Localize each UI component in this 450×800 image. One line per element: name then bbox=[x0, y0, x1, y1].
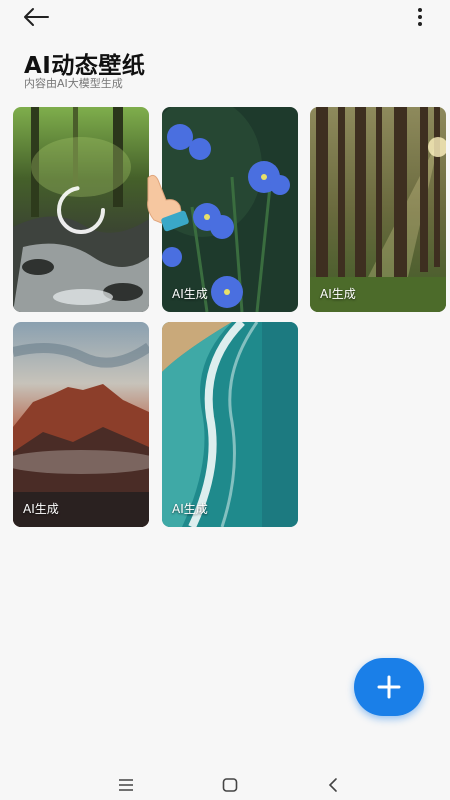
wallpaper-tile-forest-stream[interactable] bbox=[13, 107, 149, 312]
plus-icon bbox=[377, 675, 401, 699]
home-button[interactable] bbox=[210, 770, 250, 800]
system-nav-bar bbox=[0, 770, 450, 800]
wallpaper-tile-ocean-waves[interactable]: AI生成 bbox=[162, 322, 298, 527]
ocean-waves-image bbox=[162, 322, 298, 527]
add-wallpaper-button[interactable] bbox=[354, 658, 424, 716]
page-subtitle: 内容由AI大模型生成 bbox=[24, 77, 123, 90]
top-bar bbox=[0, 0, 450, 40]
back-chevron-icon bbox=[328, 778, 337, 792]
ai-generated-badge: AI生成 bbox=[172, 502, 208, 516]
loading-spinner-icon bbox=[57, 186, 105, 234]
sunlit-forest-image bbox=[310, 107, 446, 312]
more-vertical-icon bbox=[418, 8, 422, 26]
tap-hand-icon bbox=[147, 174, 189, 232]
menu-icon bbox=[119, 779, 133, 791]
recents-button[interactable] bbox=[106, 770, 146, 800]
more-options-button[interactable] bbox=[408, 4, 432, 30]
system-back-button[interactable] bbox=[313, 770, 353, 800]
wallpaper-tile-mountain-sunset[interactable]: AI生成 bbox=[13, 322, 149, 527]
mountain-sunset-image bbox=[13, 322, 149, 527]
back-button[interactable] bbox=[22, 2, 62, 32]
ai-generated-badge: AI生成 bbox=[23, 502, 59, 516]
arrow-left-icon bbox=[24, 8, 49, 26]
home-square-icon bbox=[222, 778, 238, 792]
ai-generated-badge: AI生成 bbox=[320, 287, 356, 301]
ai-generated-badge: AI生成 bbox=[172, 287, 208, 301]
wallpaper-tile-sunlit-forest[interactable]: AI生成 bbox=[310, 107, 446, 312]
